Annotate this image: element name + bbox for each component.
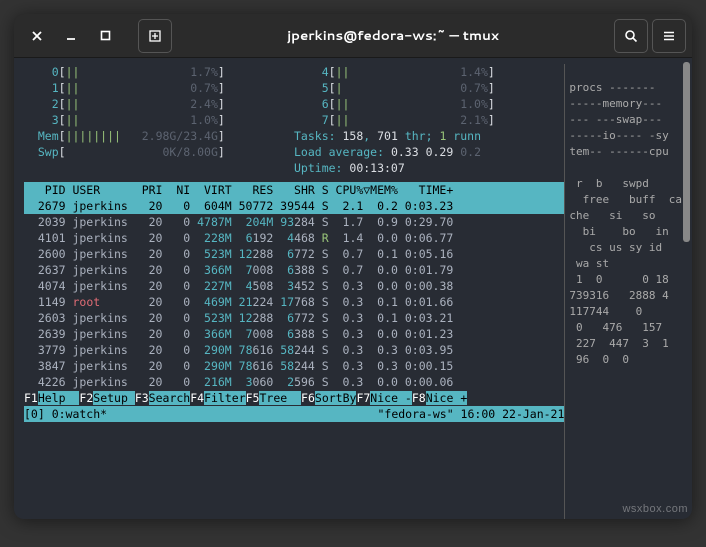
window: jperkins@fedora-ws:~ — tmux 0[|| 1.7%] 1… — [14, 14, 692, 519]
proc-row[interactable]: 1149 root 20 0 469M 21224 17768 S 0.3 0.… — [24, 294, 564, 310]
vmstat-pane: procs ------- -----memory--- --- ---swap… — [564, 64, 682, 519]
fkey-action[interactable]: Search — [149, 391, 191, 405]
proc-header[interactable]: PID USER PRI NI VIRT RES SHR S CPU%▽MEM%… — [24, 182, 564, 198]
cpu-meter: 6[|| 1.0%] — [294, 96, 564, 112]
proc-row[interactable]: 2603 jperkins 20 0 523M 12288 6772 S 0.3… — [24, 310, 564, 326]
search-button[interactable] — [614, 19, 648, 53]
terminal[interactable]: 0[|| 1.7%] 1[|| 0.7%] 2[|| 2.4%] 3[|| 1.… — [14, 58, 692, 519]
window-title: jperkins@fedora-ws:~ — tmux — [172, 26, 614, 45]
watermark: wsxbox.com — [622, 503, 688, 515]
proc-row[interactable]: 4226 jperkins 20 0 216M 3060 2596 S 0.3 … — [24, 374, 564, 390]
close-icon — [31, 30, 43, 42]
minimize-button[interactable] — [54, 19, 88, 53]
menu-button[interactable] — [652, 19, 686, 53]
minimize-icon — [65, 30, 77, 42]
fkey-label: F3 — [135, 391, 149, 405]
tasks-line: Tasks: 158, 701 thr; 1 runn — [294, 128, 564, 144]
titlebar: jperkins@fedora-ws:~ — tmux — [14, 14, 692, 58]
cpu-meter: 4[|| 1.4%] — [294, 64, 564, 80]
proc-row[interactable]: 2039 jperkins 20 0 4787M 204M 93284 S 1.… — [24, 214, 564, 230]
proc-row[interactable]: 4101 jperkins 20 0 228M 6192 4468 R 1.4 … — [24, 230, 564, 246]
proc-row[interactable]: 2600 jperkins 20 0 523M 12288 6772 S 0.7… — [24, 246, 564, 262]
htop-pane: 0[|| 1.7%] 1[|| 0.7%] 2[|| 2.4%] 3[|| 1.… — [24, 64, 564, 519]
proc-row[interactable]: 3779 jperkins 20 0 290M 78616 58244 S 0.… — [24, 342, 564, 358]
close-button[interactable] — [20, 19, 54, 53]
hamburger-icon — [662, 29, 676, 43]
cpu-meter: 5[| 0.7%] — [294, 80, 564, 96]
fkey-action[interactable]: Nice - — [370, 391, 412, 405]
fkey-label: F5 — [246, 391, 260, 405]
fkey-label: F2 — [79, 391, 93, 405]
proc-row[interactable]: 4074 jperkins 20 0 227M 4508 3452 S 0.3 … — [24, 278, 564, 294]
maximize-icon — [100, 30, 111, 41]
proc-row[interactable]: 2639 jperkins 20 0 366M 7008 6388 S 0.3 … — [24, 326, 564, 342]
proc-row[interactable]: 2637 jperkins 20 0 366M 7008 6388 S 0.7 … — [24, 262, 564, 278]
uptime-line: Uptime: 00:13:07 — [294, 160, 564, 176]
fkey-label: F8 — [412, 391, 426, 405]
proc-table: 2679 jperkins 20 0 604M 50772 39544 S 2.… — [24, 198, 564, 390]
tmux-clock: "fedora-ws" 16:00 22-Jan-21 — [377, 406, 564, 422]
cpu-meters: 0[|| 1.7%] 1[|| 0.7%] 2[|| 2.4%] 3[|| 1.… — [24, 64, 564, 128]
fkey-action[interactable]: Tree — [259, 391, 301, 405]
fkey-label: F1 — [24, 391, 38, 405]
search-icon — [624, 29, 638, 43]
cpu-meter: 0[|| 1.7%] — [24, 64, 294, 80]
fkey-label: F6 — [301, 391, 315, 405]
maximize-button[interactable] — [88, 19, 122, 53]
tmux-status: [0] 0:watch* "fedora-ws" 16:00 22-Jan-21 — [24, 406, 564, 422]
tmux-session: [0] 0:watch* — [24, 406, 107, 422]
fkey-action[interactable]: SortBy — [315, 391, 357, 405]
proc-row[interactable]: 2679 jperkins 20 0 604M 50772 39544 S 2.… — [24, 198, 564, 214]
fkey-label: F7 — [356, 391, 370, 405]
scrollbar[interactable] — [683, 62, 690, 242]
cpu-meter: 2[|| 2.4%] — [24, 96, 294, 112]
cpu-meter: 3[|| 1.0%] — [24, 112, 294, 128]
new-tab-button[interactable] — [138, 19, 172, 53]
loadavg-line: Load average: 0.33 0.29 0.2 — [294, 144, 564, 160]
fkey-action[interactable]: Help — [38, 391, 80, 405]
new-tab-icon — [148, 29, 162, 43]
fkey-action[interactable]: Nice + — [426, 391, 468, 405]
fkey-bar: F1Help F2Setup F3SearchF4FilterF5Tree F6… — [24, 390, 564, 406]
mem-meter: Mem[|||||||| 2.98G/23.4G] — [24, 128, 294, 144]
cpu-meter: 7[|| 2.1%] — [294, 112, 564, 128]
fkey-action[interactable]: Setup — [93, 391, 135, 405]
swap-meter: Swp[ 0K/8.00G] — [24, 144, 294, 160]
proc-row[interactable]: 3847 jperkins 20 0 290M 78616 58244 S 0.… — [24, 358, 564, 374]
cpu-meter: 1[|| 0.7%] — [24, 80, 294, 96]
fkey-action[interactable]: Filter — [204, 391, 246, 405]
fkey-label: F4 — [190, 391, 204, 405]
